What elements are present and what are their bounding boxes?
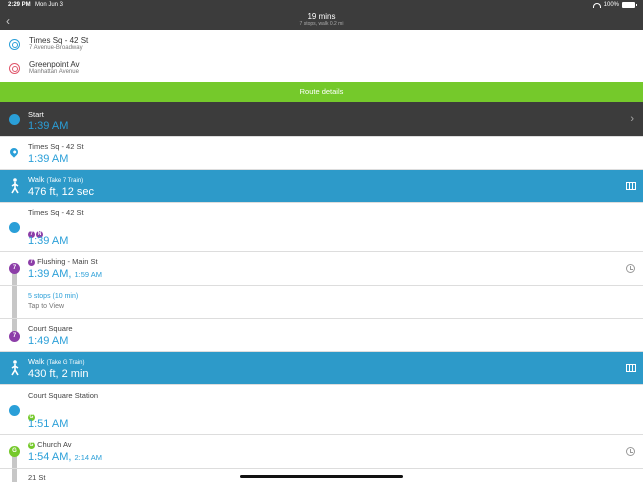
origin-name: Times Sq - 42 St	[29, 36, 89, 45]
clock-icon[interactable]	[626, 264, 635, 273]
start-row[interactable]: Start 1:39 AM ›	[0, 102, 643, 137]
walk-2-value: 430 ft, 2 min	[28, 368, 89, 380]
origin-row[interactable]: Times Sq - 42 St 7 Avenue-Broadway	[0, 30, 643, 54]
map-icon[interactable]	[626, 182, 636, 190]
walk-row-2[interactable]: Walk (Take G Train) 430 ft, 2 min	[0, 352, 643, 385]
walk-2-label-group: Walk (Take G Train)	[28, 357, 85, 366]
start-label: Start	[28, 110, 44, 119]
destination-row[interactable]: Greenpoint Av Manhattan Avenue	[0, 54, 643, 78]
walk-1-label-group: Walk (Take 7 Train)	[28, 175, 83, 184]
walk-row-1[interactable]: Walk (Take 7 Train) 476 ft, 12 sec	[0, 170, 643, 203]
subway-station-icon	[9, 405, 20, 416]
train-2-time: 1:54 AM,	[28, 451, 72, 463]
walk-icon	[11, 360, 19, 376]
board-2-time: 1:51 AM	[28, 418, 69, 430]
route-details-button[interactable]: Route details	[0, 82, 643, 102]
train-1-time2: 1:59 AM	[74, 270, 103, 279]
origin-stop-row: Times Sq - 42 St 1:39 AM	[0, 137, 643, 170]
wifi-icon	[592, 2, 601, 8]
train-2-time-group: 1:54 AM, 2:14 AM	[28, 451, 102, 463]
destination-target-icon	[9, 63, 20, 74]
status-time: 2:29 PM	[8, 2, 31, 8]
nav-title: 19 mins	[307, 12, 336, 21]
map-icon[interactable]	[626, 364, 636, 372]
line-7-icon: 7	[9, 263, 20, 274]
board-row-1: Times Sq - 42 St 7N 1:39 AM	[0, 203, 643, 252]
status-date: Mon Jun 3	[35, 2, 64, 8]
start-icon	[9, 114, 20, 125]
walk-1-note: (Take 7 Train)	[46, 178, 84, 184]
clock-icon[interactable]	[626, 447, 635, 456]
walk-1-value: 476 ft, 12 sec	[28, 186, 95, 198]
start-time: 1:39 AM	[28, 120, 69, 132]
train-1-stops-row[interactable]: 5 stops (10 min) Tap to View	[0, 286, 643, 319]
train-1-row[interactable]: 7 7 Flushing - Main St 1:39 AM, 1:59 AM	[0, 252, 643, 286]
train-2-row[interactable]: G G Church Av 1:54 AM, 2:14 AM	[0, 435, 643, 469]
train-2-dest: Church Av	[37, 440, 72, 449]
chevron-right-icon[interactable]: ›	[630, 113, 634, 125]
line-g-small-badge: G	[28, 441, 35, 449]
origin-stop-label: Times Sq - 42 St	[28, 142, 84, 151]
walk-icon	[11, 178, 19, 194]
battery-percent: 100%	[603, 2, 619, 8]
battery-icon	[622, 2, 637, 8]
nav-bar: ‹ 19 mins 7 stops, walk 0.2 mi	[0, 12, 643, 30]
walk-2-note: (Take G Train)	[46, 360, 85, 366]
train-1-time-group: 1:39 AM, 1:59 AM	[28, 268, 102, 280]
line-7-end-icon: 7	[9, 331, 20, 342]
court-square-time: 1:49 AM	[28, 335, 69, 347]
board-1-time: 1:39 AM	[28, 235, 69, 247]
train-2-dest-group: G Church Av	[28, 440, 72, 449]
train-1-time: 1:39 AM,	[28, 268, 72, 280]
court-square-label: Court Square	[28, 324, 73, 333]
next-stop-label: 21 St	[28, 473, 46, 482]
status-bar: 2:29 PM Mon Jun 3 100%	[0, 0, 643, 12]
destination-sub: Manhattan Avenue	[29, 69, 79, 75]
line-7-small-badge: 7	[28, 258, 35, 266]
origin-sub: 7 Avenue-Broadway	[29, 45, 83, 51]
board-2-label: Court Square Station	[28, 391, 99, 400]
location-pin-icon	[8, 146, 20, 158]
court-square-row: 7 Court Square 1:49 AM	[0, 319, 643, 352]
board-1-label: Times Sq - 42 St	[28, 208, 84, 217]
destination-name: Greenpoint Av	[29, 60, 80, 69]
walk-1-label: Walk	[28, 175, 45, 184]
train-2-time2: 2:14 AM	[74, 453, 103, 462]
train-1-dest-group: 7 Flushing - Main St	[28, 257, 98, 266]
status-right: 100%	[592, 2, 637, 8]
origin-stop-time: 1:39 AM	[28, 153, 69, 165]
line-g-icon: G	[9, 446, 20, 457]
subway-station-icon	[9, 222, 20, 233]
home-indicator[interactable]	[240, 475, 403, 478]
board-row-2: Court Square Station G 1:51 AM	[0, 385, 643, 435]
walk-2-label: Walk	[28, 357, 45, 366]
train-1-tap: Tap to View	[28, 303, 65, 310]
train-1-stops: 5 stops (10 min)	[28, 293, 79, 300]
origin-target-icon	[9, 39, 20, 50]
train-1-dest: Flushing - Main St	[37, 257, 98, 266]
nav-subtitle: 7 stops, walk 0.2 mi	[299, 21, 344, 27]
